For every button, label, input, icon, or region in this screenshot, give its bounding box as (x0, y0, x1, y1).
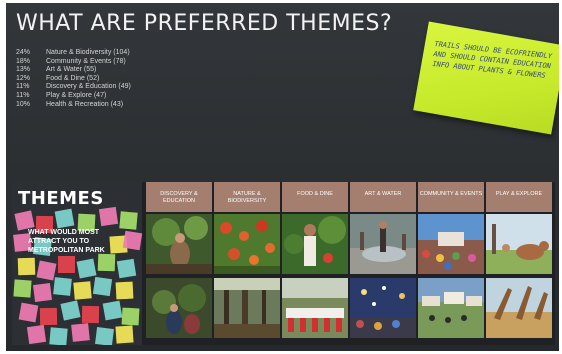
handwritten-sticky-note: TRAILS SHOULD BE ECOFRIENDLY AND SHOULD … (413, 21, 559, 135)
sticky-note (95, 327, 114, 345)
sticky-note (81, 305, 100, 324)
sticky-note (33, 283, 52, 302)
column-header-food: FOOD & DINE (282, 182, 348, 212)
sticky-note (39, 307, 58, 326)
stat-label: Food & Dine (52) (46, 74, 100, 82)
photo-nature-1 (214, 214, 280, 274)
sticky-note (97, 253, 116, 272)
stat-percent: 10% (16, 100, 31, 108)
theme-stats-list: 24% Nature & Biodiversity (104) 18% Commun… (16, 49, 131, 109)
themes-heading: THEMES (18, 188, 104, 209)
stat-percent: 13% (16, 66, 31, 74)
sticky-note (116, 258, 137, 279)
themes-photo-panel: THEMES WHAT WOULD MOST ATTRACT YOU TO ME… (12, 182, 555, 345)
sticky-note (49, 327, 68, 345)
column-header-play: PLAY & EXPLORE (486, 182, 552, 212)
sticky-note (53, 277, 72, 296)
stat-label: Community & Events (78) (46, 57, 126, 65)
stat-label: Nature & Biodiversity (104) (46, 49, 130, 56)
photo-nature-2 (214, 278, 280, 338)
stat-percent: 24% (16, 49, 31, 56)
sticky-note (121, 307, 140, 326)
photo-discovery-2 (146, 278, 212, 338)
photo-food-2 (282, 278, 348, 338)
sticky-note (115, 281, 134, 300)
stat-row: 18% Community & Events (78) (16, 58, 131, 67)
sticky-note (102, 300, 123, 321)
sticky-note (54, 208, 75, 229)
stat-row: 11% Play & Explore (47) (16, 92, 131, 101)
sticky-note (71, 323, 90, 342)
stat-percent: 11% (16, 91, 30, 99)
photo-play-2 (486, 278, 552, 338)
sticky-note (60, 300, 81, 321)
column-header-discovery: DISCOVERY & EDUCATION (146, 182, 212, 212)
sticky-note (76, 258, 97, 279)
photo-food-1 (282, 214, 348, 274)
stat-row: 10% Health & Recreation (43) (16, 101, 131, 110)
stat-label: Health & Recreation (43) (46, 100, 124, 108)
stat-percent: 11% (16, 83, 30, 91)
sticky-note (26, 324, 47, 345)
column-header-nature: NATURE & BIODIVERSITY (214, 182, 280, 212)
stat-row: 12% Food & Dine (52) (16, 75, 131, 84)
sticky-note (17, 257, 36, 276)
sticky-note (119, 211, 138, 230)
photo-community-2 (418, 278, 484, 338)
stat-row: 24% Nature & Biodiversity (104) (16, 49, 131, 58)
photo-play-1 (486, 214, 552, 274)
sticky-note (58, 256, 75, 273)
sticky-note (92, 276, 113, 297)
sticky-note (115, 325, 134, 344)
stat-row: 11% Discovery & Education (49) (16, 83, 131, 92)
stat-label: Discovery & Education (49) (46, 83, 131, 91)
sticky-note (13, 279, 32, 298)
column-header-art: ART & WATER (350, 182, 416, 212)
photo-art-2 (350, 278, 416, 338)
stat-label: Play & Explore (47) (46, 91, 107, 99)
photo-discovery-1 (146, 214, 212, 274)
sticky-note (73, 281, 92, 300)
sticky-note (36, 260, 57, 281)
photo-community-1 (418, 214, 484, 274)
stat-row: 13% Art & Water (55) (16, 66, 131, 75)
page-title: WHAT ARE PREFERRED THEMES? (16, 11, 393, 36)
stat-label: Art & Water (55) (46, 66, 97, 74)
stat-percent: 18% (16, 57, 31, 65)
footer-caption (18, 345, 418, 351)
column-header-community: COMMUNITY & EVENTS (418, 182, 484, 212)
photo-art-1 (350, 214, 416, 274)
themes-sticky-board: THEMES WHAT WOULD MOST ATTRACT YOU TO ME… (12, 182, 142, 345)
themes-question: WHAT WOULD MOST ATTRACT YOU TO METROPOLI… (28, 229, 105, 254)
sticky-note (18, 302, 39, 323)
sticky-note-text: TRAILS SHOULD BE ECOFRIENDLY AND SHOULD … (431, 40, 553, 80)
sticky-note (98, 206, 119, 227)
stat-percent: 12% (16, 74, 31, 82)
